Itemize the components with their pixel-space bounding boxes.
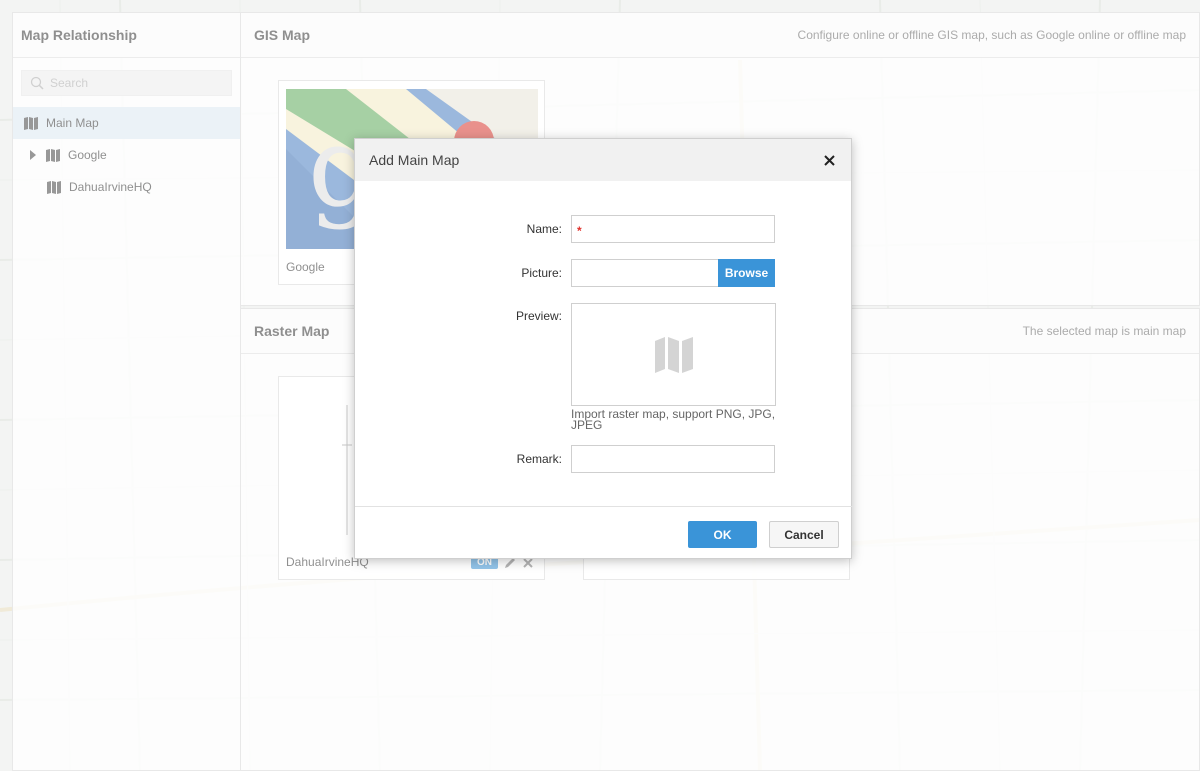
close-icon [823,154,835,166]
close-button[interactable] [821,152,837,168]
picture-row: Picture: Browse [355,259,853,287]
name-input[interactable] [571,215,775,243]
map-placeholder-icon [654,336,693,373]
dialog-header: Add Main Map [355,139,851,181]
required-mark: * [577,224,582,238]
remark-row: Remark: [355,445,853,473]
remark-input[interactable] [571,445,775,473]
name-label: Name: [526,222,562,236]
dialog-title: Add Main Map [369,152,460,168]
remark-label: Remark: [516,452,562,466]
preview-row: Preview: Import raster map, support PNG,… [355,303,853,433]
preview-box [571,303,776,406]
preview-hint: Import raster map, support PNG, JPG, JPE… [571,407,776,432]
picture-input[interactable] [571,259,719,287]
preview-label: Preview: [515,309,562,323]
dialog-divider [355,506,853,507]
add-main-map-dialog: Add Main Map Name: * Picture: Browse Pre… [354,138,853,559]
picture-label: Picture: [521,266,562,280]
cancel-button[interactable]: Cancel [769,521,839,548]
name-row: Name: * [355,215,853,243]
ok-button[interactable]: OK [688,521,757,548]
browse-button[interactable]: Browse [718,259,775,287]
